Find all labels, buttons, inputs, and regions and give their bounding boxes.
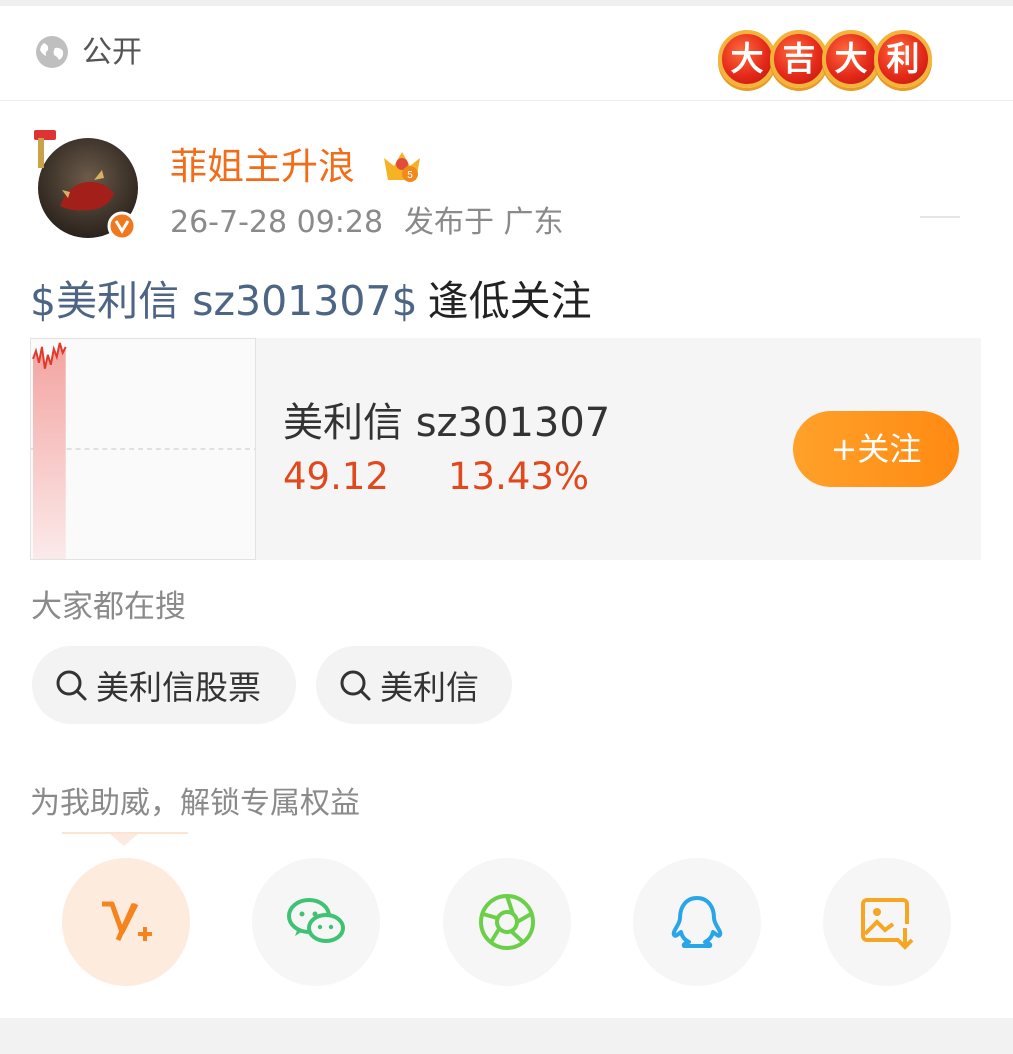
privacy-label[interactable]: 公开: [82, 33, 142, 73]
search-chip-label: 美利信: [380, 668, 479, 707]
post-location: 发布于 广东: [404, 205, 564, 240]
globe-icon: [36, 36, 68, 68]
search-chip[interactable]: 美利信股票: [32, 646, 296, 724]
crown-icon: 5: [384, 152, 420, 182]
post-body: 逢低关注: [427, 277, 592, 325]
avatar[interactable]: [30, 128, 138, 240]
save-image-icon: [861, 898, 914, 950]
search-chip[interactable]: 美利信: [316, 646, 512, 724]
more-icon[interactable]: [920, 214, 960, 220]
author-name[interactable]: 菲姐主升浪: [170, 143, 355, 191]
v-plus-icon: [102, 901, 152, 942]
qq-share-button[interactable]: [633, 858, 761, 986]
moments-share-button[interactable]: [443, 858, 571, 986]
v-plus-button[interactable]: [62, 858, 190, 986]
stock-change: 13.43%: [448, 455, 590, 498]
support-prompt: 为我助威，解锁专属权益: [30, 786, 360, 821]
stock-card[interactable]: 美利信 sz301307 49.12 13.43% +关注: [30, 338, 981, 560]
search-chip-label: 美利信股票: [96, 668, 261, 707]
qq-icon: [671, 896, 723, 948]
search-icon: [340, 670, 371, 701]
divider: [0, 100, 1013, 101]
mini-stock-chart: [30, 338, 256, 560]
stock-tag-link[interactable]: $美利信 sz301307$: [30, 277, 418, 325]
follow-button[interactable]: +关注: [793, 411, 959, 487]
search-heading: 大家都在搜: [31, 589, 186, 625]
badge-char: 大: [718, 30, 776, 88]
stock-price: 49.12: [283, 455, 389, 498]
wechat-share-button[interactable]: [252, 858, 380, 986]
post-text: $美利信 sz301307$ 逢低关注: [30, 275, 592, 327]
moments-icon: [479, 894, 535, 950]
post-time: 26-7-28 09:28: [170, 205, 384, 240]
top-strip: [0, 0, 1013, 6]
svg-text:5: 5: [407, 170, 413, 181]
daji-badge[interactable]: 大 吉 大 利: [718, 26, 944, 98]
badge-char: 利: [874, 30, 932, 88]
save-image-button[interactable]: [823, 858, 951, 986]
pointer-arrow: [110, 834, 138, 846]
search-icon: [56, 670, 87, 701]
stock-name: 美利信 sz301307: [283, 400, 611, 446]
bottom-bar: [0, 1018, 1013, 1054]
badge-char: 大: [822, 30, 880, 88]
badge-char: 吉: [770, 30, 828, 88]
wechat-icon: [287, 898, 345, 943]
